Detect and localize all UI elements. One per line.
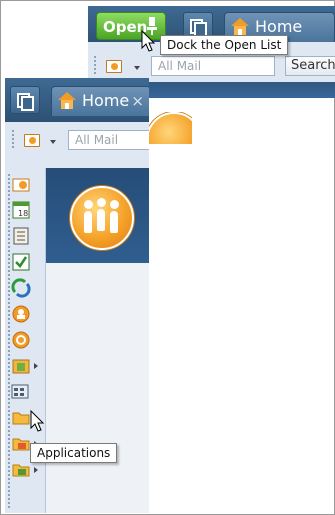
mouse-cursor-icon — [141, 30, 156, 52]
sidebar-item-activities[interactable] — [11, 356, 31, 376]
home-icon — [58, 92, 76, 110]
chevron-down-icon[interactable] — [134, 66, 140, 70]
sidebar-item-sametime-contacts[interactable] — [11, 304, 31, 324]
calendar-icon: 18 — [12, 201, 30, 219]
sidebar-item-replication[interactable] — [11, 278, 31, 298]
home-icon — [231, 18, 249, 36]
new-mail-icon[interactable] — [22, 131, 42, 149]
sidebar-grip-icon[interactable] — [8, 174, 10, 509]
chevron-down-icon[interactable] — [50, 140, 56, 144]
sidebar-item-calendar[interactable]: 18 — [11, 200, 31, 220]
lotus-logo-icon — [70, 186, 134, 250]
sidebar-item-feeds[interactable] — [11, 434, 31, 454]
top-tab-home-label: Home — [255, 17, 303, 36]
contacts-icon — [13, 227, 29, 245]
close-tab-icon[interactable]: × — [131, 87, 144, 115]
top-search-placeholder: All Mail — [158, 59, 202, 73]
front-show-tabs-button[interactable] — [10, 86, 40, 114]
top-search-input[interactable]: All Mail — [151, 56, 275, 76]
activities-icon — [12, 359, 30, 374]
toolbar-grip-icon[interactable] — [94, 56, 96, 76]
sametime-icon — [12, 331, 30, 349]
front-search-input[interactable]: All Mail — [68, 130, 149, 150]
applications-tooltip: Applications — [30, 443, 118, 463]
front-tab-home-label: Home — [82, 91, 130, 110]
toolbar-grip-icon[interactable] — [12, 130, 14, 150]
sidebar-item-folder[interactable] — [11, 408, 31, 428]
front-search-placeholder: All Mail — [75, 133, 119, 147]
search-button-label: Search — [291, 58, 335, 73]
workspace-icon — [12, 464, 30, 477]
activities-menu-arrow-icon[interactable] — [34, 363, 38, 369]
lotus-logo-icon — [146, 112, 192, 144]
new-mail-icon[interactable] — [104, 57, 124, 75]
front-tab-home[interactable]: Home × — [51, 86, 149, 116]
sidebar-item-applications[interactable] — [11, 382, 31, 402]
mouse-cursor-icon — [30, 410, 45, 432]
sametime-contacts-icon — [12, 305, 30, 323]
sidebar-item-workspace[interactable] — [11, 460, 31, 480]
dock-tooltip-text: Dock the Open List — [167, 38, 282, 52]
svg-text:18: 18 — [18, 209, 28, 218]
feeds-icon — [12, 438, 30, 451]
todo-icon — [12, 253, 30, 271]
folder-icon — [12, 412, 30, 425]
applications-icon — [11, 384, 29, 399]
workspace-menu-arrow-icon[interactable] — [34, 467, 38, 473]
top-window-logo-partial — [146, 112, 192, 144]
sidebar-item-contacts[interactable] — [11, 226, 31, 246]
sidebar-item-mail[interactable] — [11, 174, 31, 194]
dock-tooltip: Dock the Open List — [160, 35, 289, 55]
replication-icon — [11, 278, 31, 298]
applications-tooltip-text: Applications — [37, 446, 111, 460]
sidebar-item-sametime[interactable] — [11, 330, 31, 350]
mail-icon — [12, 178, 30, 192]
search-button[interactable]: Search — [285, 56, 335, 76]
home-banner — [46, 168, 149, 263]
sidebar-item-todo[interactable] — [11, 252, 31, 272]
